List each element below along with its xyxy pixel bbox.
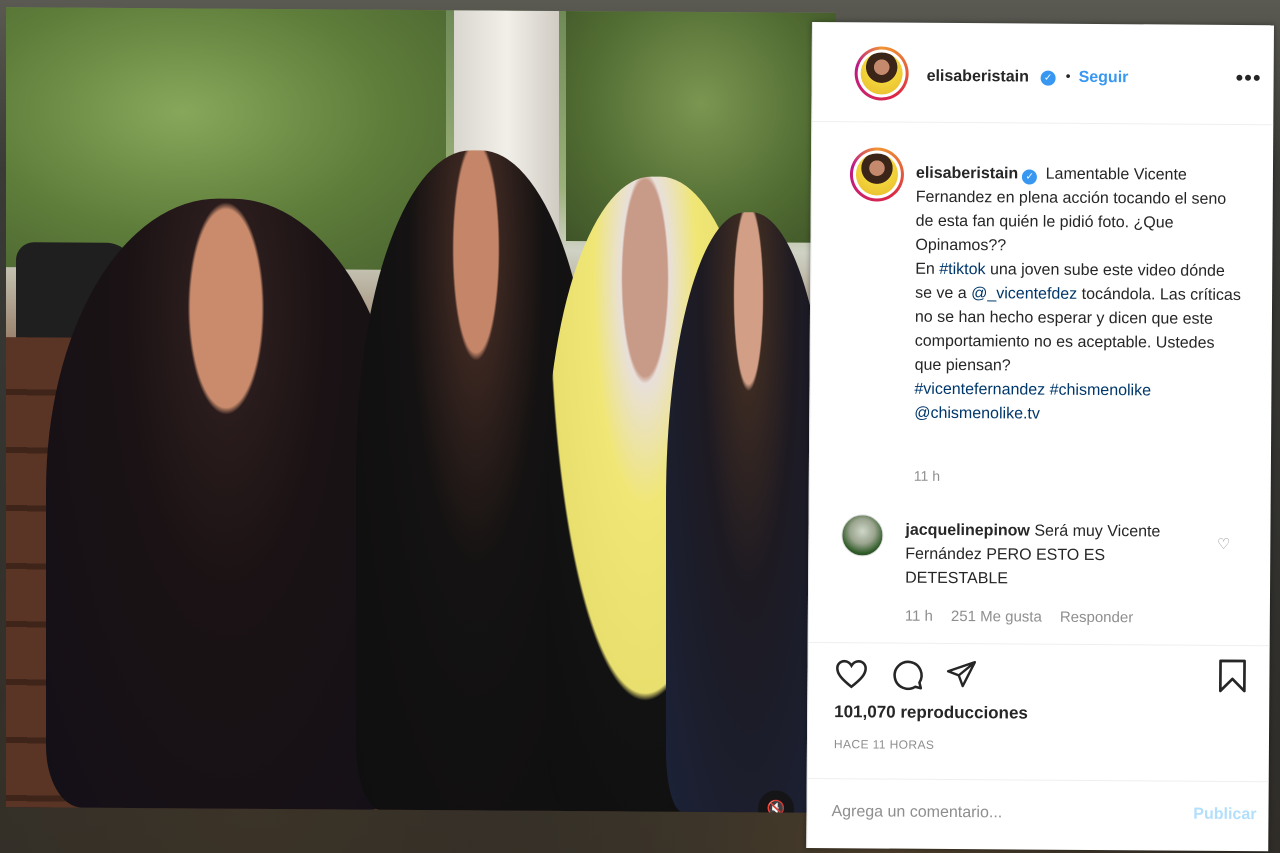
- hashtag-link[interactable]: #tiktok: [939, 261, 985, 278]
- hashtag-link[interactable]: #chismenolike: [1050, 382, 1152, 400]
- reply-button[interactable]: Responder: [1060, 609, 1134, 627]
- caption-body: En: [915, 260, 940, 278]
- comment-text: jacquelinepinow Será muy Vicente Fernánd…: [905, 519, 1205, 593]
- speaker-muted-icon: 🔇: [766, 800, 786, 813]
- commenter-avatar[interactable]: [841, 514, 884, 557]
- mention-link[interactable]: @chismenolike.tv: [914, 405, 1040, 423]
- comment-likes-count[interactable]: 251 Me gusta: [951, 608, 1042, 626]
- comment-meta: 11 h 251 Me gusta Responder: [905, 608, 1134, 627]
- avatar[interactable]: [849, 147, 905, 202]
- more-options-icon[interactable]: •••: [1235, 65, 1261, 90]
- separator-dot: •: [1065, 67, 1071, 84]
- commenter-username-link[interactable]: jacquelinepinow: [905, 522, 1030, 540]
- caption-username-link[interactable]: elisaberistain: [916, 165, 1018, 183]
- comment-input[interactable]: [831, 803, 1152, 824]
- verified-icon: ✓: [1022, 169, 1038, 185]
- caption: elisaberistain ✓ Lamentable Vicente Ferna…: [812, 147, 1273, 484]
- post-header: elisaberistain ✓ • Seguir •••: [812, 22, 1274, 126]
- action-bar: [808, 641, 1270, 706]
- comment-timestamp[interactable]: 11 h: [905, 608, 933, 625]
- username-link[interactable]: elisaberistain: [927, 68, 1029, 87]
- video-player[interactable]: 🔇: [6, 7, 836, 813]
- publish-button[interactable]: Publicar: [1193, 806, 1256, 824]
- comment-icon[interactable]: [890, 658, 924, 692]
- avatar[interactable]: [854, 46, 909, 101]
- mention-link[interactable]: @_vicentefdez: [971, 285, 1077, 303]
- share-icon[interactable]: [944, 658, 978, 690]
- person-figure: [46, 197, 406, 810]
- hashtag-link[interactable]: #vicentefernandez: [914, 381, 1045, 399]
- views-count[interactable]: 101,070 reproducciones: [834, 702, 1028, 723]
- follow-button[interactable]: Seguir: [1079, 69, 1129, 87]
- caption-text: elisaberistain ✓ Lamentable Vicente Ferna…: [914, 162, 1246, 428]
- post-time-ago[interactable]: HACE 11 HORAS: [834, 737, 934, 752]
- post-side-panel: elisaberistain ✓ • Seguir ••• elisaberis…: [806, 22, 1274, 852]
- heart-icon[interactable]: [834, 657, 868, 689]
- add-comment-bar: Publicar: [807, 777, 1269, 852]
- verified-icon: ✓: [1040, 70, 1056, 86]
- caption-timestamp[interactable]: 11 h: [914, 468, 940, 484]
- comment-item: jacquelinepinow Será muy Vicente Fernánd…: [810, 514, 1271, 626]
- comment-like-icon[interactable]: ♡: [1217, 535, 1231, 553]
- bookmark-icon[interactable]: [1216, 658, 1248, 694]
